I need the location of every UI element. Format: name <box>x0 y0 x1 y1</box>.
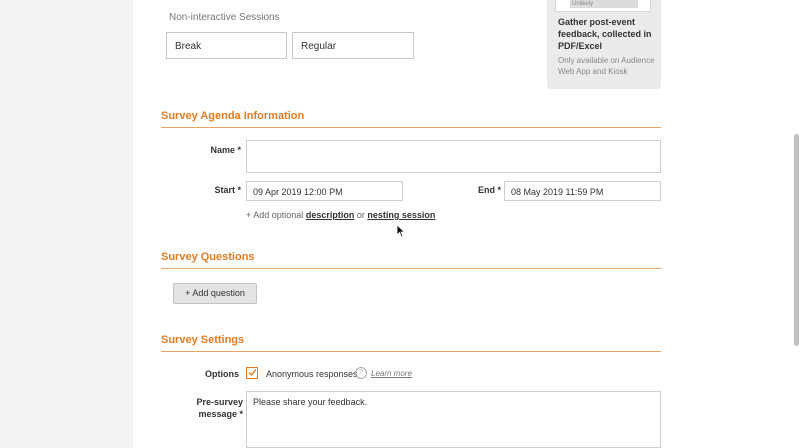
tip-note: Only available on Audience Web App and K… <box>558 56 655 76</box>
help-icon[interactable]: ? <box>355 367 367 379</box>
name-label: Name * <box>210 145 241 155</box>
pre-survey-label: Pre-survey message * <box>173 396 243 420</box>
start-label: Start * <box>214 185 241 195</box>
non-interactive-sessions-label: Non-interactive Sessions <box>169 12 280 23</box>
section-divider <box>161 351 661 352</box>
tip-title: Gather post-event feedback, collected in… <box>558 17 652 51</box>
end-label: End * <box>477 185 501 195</box>
session-regular-option[interactable]: Regular <box>292 32 414 59</box>
vertical-scrollbar[interactable] <box>794 134 799 346</box>
pre-survey-label-line1: Pre-survey <box>196 397 243 407</box>
add-question-button[interactable]: + Add question <box>173 283 257 304</box>
nesting-session-link[interactable]: nesting session <box>367 210 435 220</box>
section-title-questions: Survey Questions <box>161 251 255 263</box>
section-divider <box>161 268 661 269</box>
section-title-settings: Survey Settings <box>161 334 245 346</box>
options-label: Options <box>205 369 239 379</box>
section-divider <box>161 127 661 128</box>
checkmark-icon <box>248 369 257 377</box>
or-text: or <box>356 210 365 220</box>
anonymous-responses-label: Anonymous responses <box>266 369 358 379</box>
pre-survey-label-line2: message * <box>198 409 243 419</box>
thumbnail-label: Unlikely <box>570 0 638 8</box>
description-link[interactable]: description <box>306 210 355 220</box>
session-break-option[interactable]: Break <box>166 32 287 59</box>
main-panel: Non-interactive Sessions Break Regular U… <box>133 0 800 448</box>
start-date-input[interactable]: 09 Apr 2019 12:00 PM <box>246 181 403 201</box>
end-date-input[interactable]: 08 May 2019 11:59 PM <box>504 181 661 201</box>
anonymous-checkbox[interactable] <box>246 367 258 379</box>
add-optional-line: + Add optional description or nesting se… <box>246 210 435 220</box>
add-optional-prefix: + Add optional <box>246 210 304 220</box>
feature-tip-card: Unlikely Gather post-event feedback, col… <box>547 0 661 89</box>
learn-more-link[interactable]: Learn more <box>371 369 412 378</box>
name-input[interactable] <box>246 140 661 173</box>
preview-thumbnail: Unlikely <box>555 0 651 12</box>
mouse-cursor-icon <box>396 224 406 238</box>
section-title-agenda: Survey Agenda Information <box>161 110 305 122</box>
pre-survey-message-input[interactable]: Please share your feedback. <box>246 391 661 448</box>
